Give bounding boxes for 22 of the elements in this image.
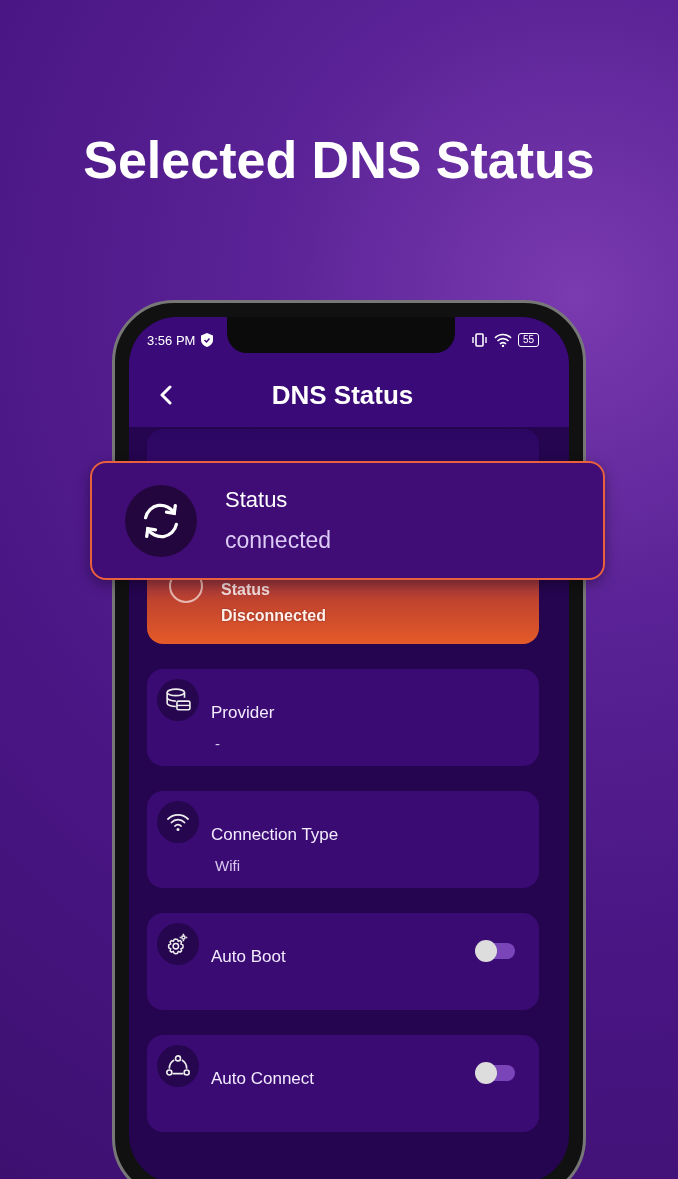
battery-indicator: 55	[517, 333, 539, 347]
callout-value: connected	[225, 527, 332, 554]
status-label: Status	[221, 581, 271, 599]
wifi-icon	[166, 812, 190, 832]
network-icon	[165, 1054, 191, 1078]
shield-icon	[201, 333, 214, 347]
wifi-icon	[493, 333, 512, 347]
setting-value: -	[214, 735, 221, 752]
setting-label: Auto Boot	[211, 947, 287, 967]
status-value: Disconnected	[221, 607, 326, 625]
status-time: 3:56 PM	[147, 332, 196, 348]
database-icon	[165, 687, 191, 713]
setting-label: Provider	[211, 703, 276, 723]
callout-label: Status	[225, 487, 289, 513]
toggle-switch[interactable]	[477, 943, 515, 959]
screen-title: DNS Status	[270, 379, 415, 411]
setting-value: Wifi	[214, 857, 241, 874]
vibrate-icon	[471, 333, 488, 347]
headline: Selected DNS Status	[82, 130, 596, 191]
setting-label: Auto Connect	[211, 1069, 315, 1089]
toggle-switch[interactable]	[477, 1065, 515, 1081]
setting-label: Connection Type	[211, 825, 340, 845]
